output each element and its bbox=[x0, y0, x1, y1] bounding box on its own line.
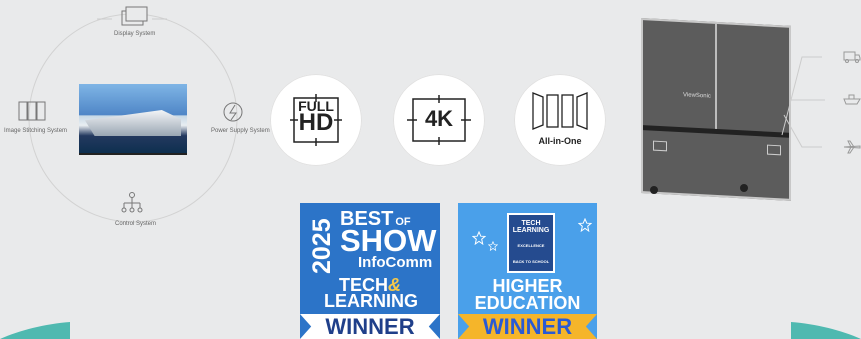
logo-back-to-school: BACK TO SCHOOL bbox=[512, 259, 550, 264]
case-wheel-left bbox=[650, 186, 658, 194]
4k-feature: 4K bbox=[393, 74, 485, 166]
bottom-teal-curve bbox=[0, 322, 861, 339]
power-supply-icon bbox=[223, 102, 243, 122]
control-system-icon bbox=[121, 192, 143, 213]
all-in-one-label: All-in-One bbox=[538, 136, 582, 146]
yacht-shape bbox=[85, 110, 181, 136]
truck-icon bbox=[843, 51, 861, 63]
control-system-label: Control System bbox=[115, 221, 157, 227]
case-center-seam bbox=[715, 23, 717, 129]
badge-infocomm: InfoComm bbox=[358, 254, 433, 271]
power-supply-label: Power Supply System bbox=[211, 128, 270, 134]
logo-excellence: EXCELLENCE bbox=[517, 243, 545, 248]
full-hd-line2: HD bbox=[298, 109, 334, 136]
airplane-icon bbox=[843, 140, 861, 154]
star-icon bbox=[488, 241, 498, 251]
image-stitching-icon bbox=[18, 101, 46, 121]
case-handle-left bbox=[653, 140, 667, 152]
4k-label: 4K bbox=[424, 106, 454, 131]
badge-year: 2025 bbox=[308, 218, 336, 274]
star-icon bbox=[578, 218, 592, 232]
image-stitching-label: Image Stitching System bbox=[4, 128, 68, 134]
display-system-label: Display System bbox=[114, 31, 156, 37]
badge-show: SHOW bbox=[340, 223, 437, 258]
logo-tech: TECH bbox=[521, 220, 541, 227]
ship-icon bbox=[843, 94, 861, 105]
all-in-one-panels-icon bbox=[532, 92, 588, 130]
star-icon bbox=[472, 231, 486, 245]
led-display-image bbox=[79, 84, 187, 153]
case-handle-right bbox=[767, 144, 781, 156]
case-brand: ViewSonic bbox=[683, 92, 711, 100]
full-hd-feature: FULL HD bbox=[270, 74, 362, 166]
all-in-one-feature: All-in-One bbox=[514, 74, 606, 166]
display-system-icon bbox=[121, 6, 148, 26]
badge-learning: LEARNING bbox=[324, 291, 418, 311]
logo-learning: LEARNING bbox=[512, 227, 550, 234]
flight-case-image: ViewSonic bbox=[641, 18, 791, 201]
tech-learning-excellence-logo: TECH LEARNING EXCELLENCE BACK TO SCHOOL bbox=[507, 213, 555, 273]
case-wheel-right bbox=[740, 184, 748, 192]
